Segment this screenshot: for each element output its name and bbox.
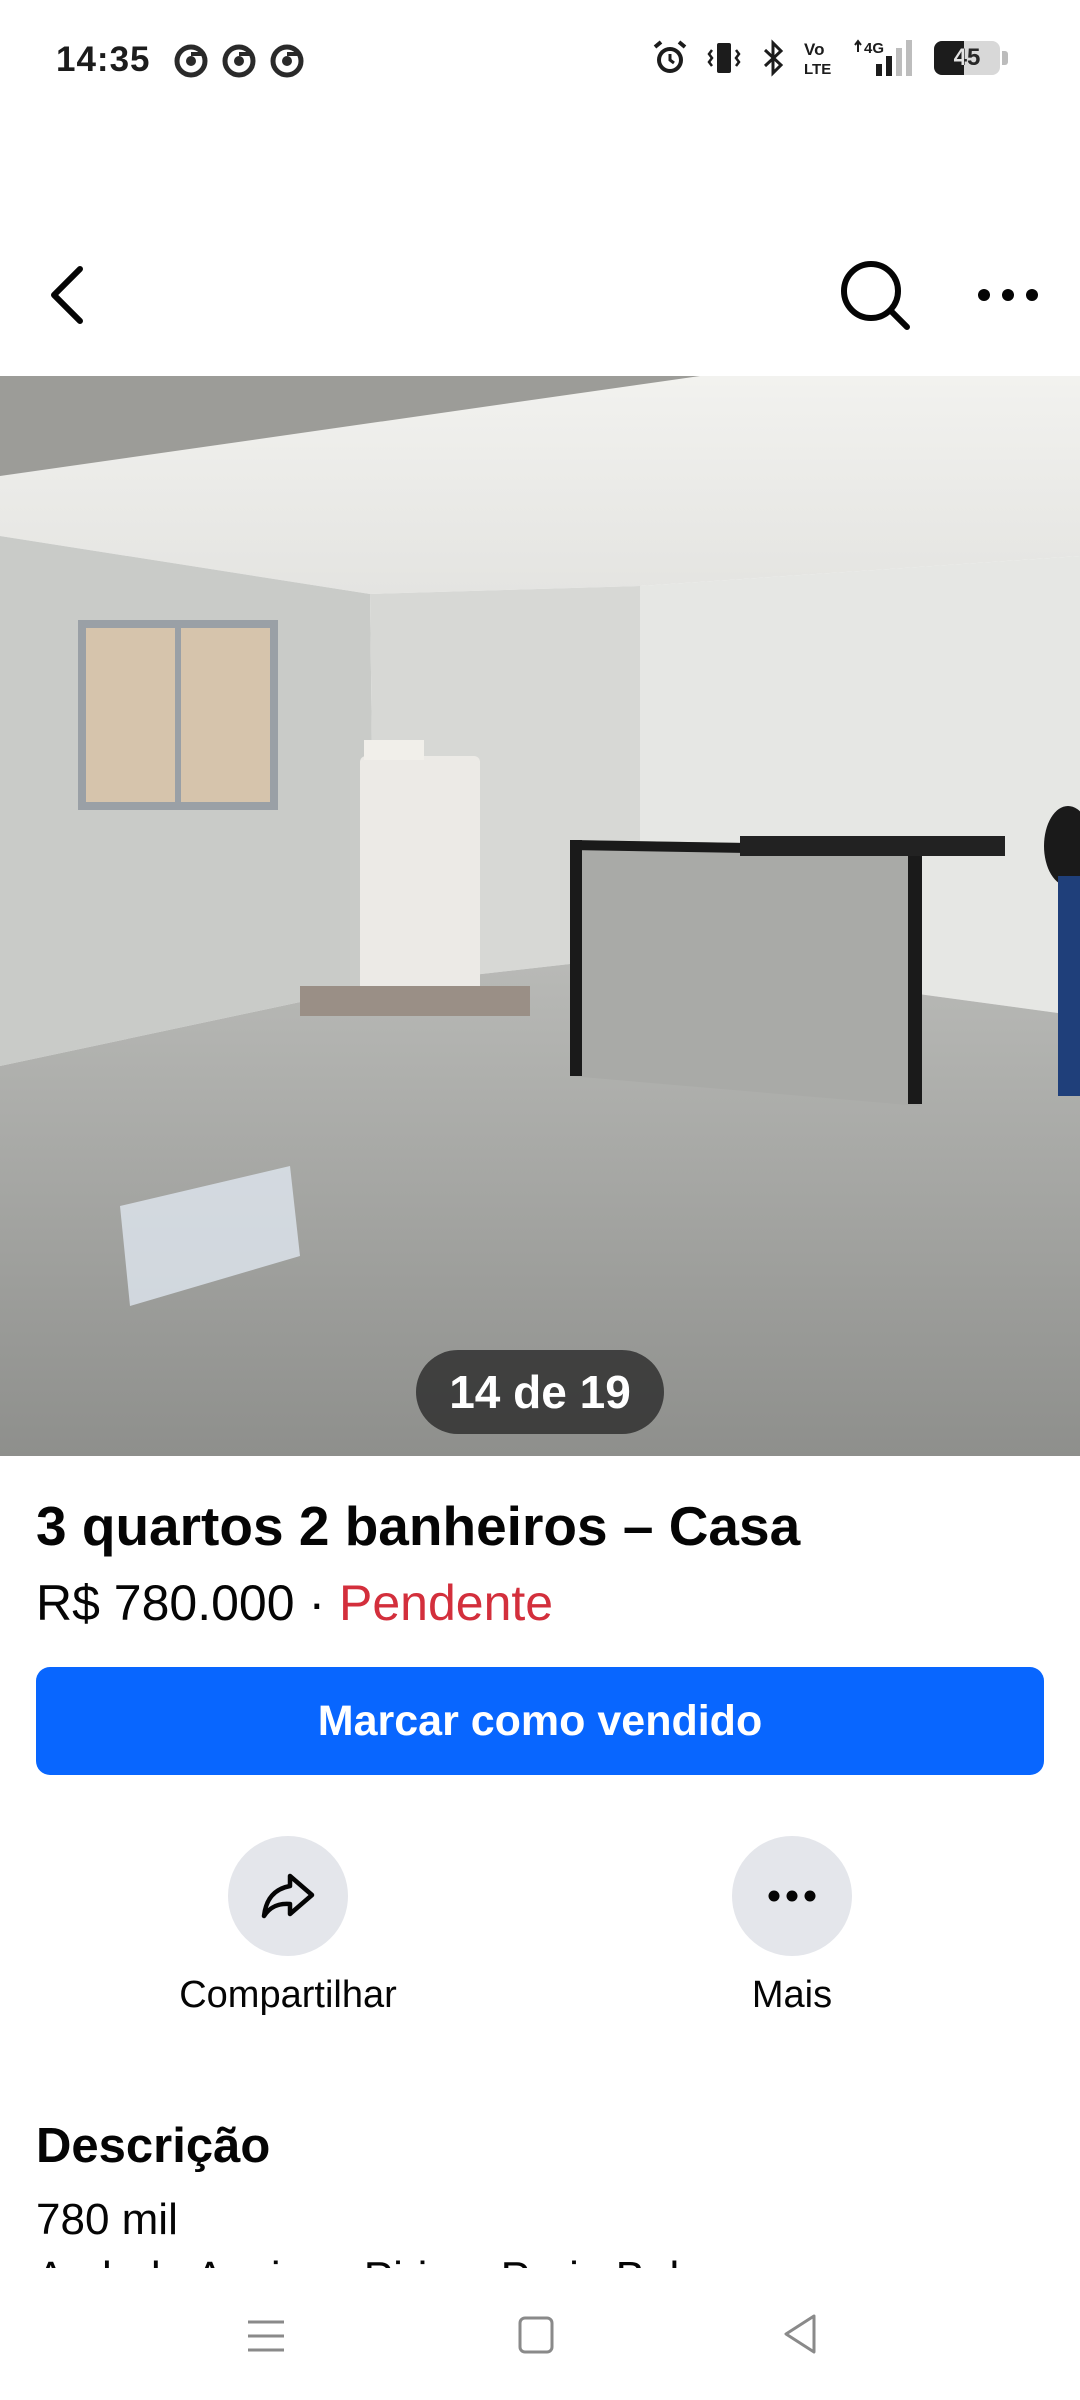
status-time: 14:35 — [56, 40, 151, 79]
room-photo-image — [0, 376, 1080, 1456]
more-horizontal-icon — [768, 1890, 816, 1902]
svg-text:LTE: LTE — [804, 61, 831, 78]
menu-icon[interactable] — [246, 2316, 286, 2356]
share-icon — [261, 1873, 315, 1919]
listing-price-row: R$ 780.000 · Pendente — [36, 1574, 553, 1632]
vibrate-icon — [707, 43, 741, 73]
home-icon[interactable] — [516, 2314, 556, 2356]
battery-level: 45 — [953, 44, 981, 71]
system-nav-bar — [0, 2268, 1080, 2400]
description-line: 780 mil — [36, 2195, 178, 2244]
svg-text:4G: 4G — [864, 40, 884, 57]
top-nav — [0, 240, 1080, 350]
volte-icon: Vo LTE — [804, 40, 831, 78]
svg-text:Vo: Vo — [804, 40, 824, 59]
listing-price: R$ 780.000 — [36, 1575, 295, 1631]
chrome-icon — [270, 44, 304, 78]
photo-counter: 14 de 19 — [416, 1350, 664, 1434]
notification-icons — [174, 44, 304, 78]
alarm-icon — [653, 40, 687, 73]
status-bar: 14:35 Vo LTE 4G 45 — [0, 0, 1080, 122]
share-action[interactable]: Compartilhar — [168, 1836, 408, 2017]
more-button[interactable] — [732, 1836, 852, 1956]
system-status-icons: Vo LTE 4G 45 — [650, 38, 1008, 78]
battery-indicator: 45 — [934, 41, 1000, 75]
listing-status: Pendente — [338, 1575, 554, 1631]
signal-4g-icon: 4G — [854, 39, 912, 76]
back-icon[interactable] — [780, 2312, 820, 2356]
chevron-left-icon[interactable] — [40, 265, 100, 325]
chrome-icon — [174, 44, 208, 78]
chrome-icon — [222, 44, 256, 78]
bluetooth-icon — [763, 39, 784, 77]
listing-title: 3 quartos 2 banheiros – Casa — [36, 1495, 801, 1557]
more-horizontal-icon[interactable] — [976, 265, 1040, 325]
share-label: Compartilhar — [179, 1974, 397, 2016]
mark-as-sold-button[interactable]: Marcar como vendido — [36, 1667, 1044, 1775]
listing-photo[interactable] — [0, 376, 1080, 1456]
more-action[interactable]: Mais — [672, 1836, 912, 2017]
share-button[interactable] — [228, 1836, 348, 1956]
price-separator: · — [294, 1575, 339, 1631]
more-label: Mais — [751, 1974, 833, 2016]
battery-tip — [1002, 51, 1008, 65]
search-icon[interactable] — [838, 258, 912, 332]
description-heading: Descrição — [36, 2119, 271, 2173]
